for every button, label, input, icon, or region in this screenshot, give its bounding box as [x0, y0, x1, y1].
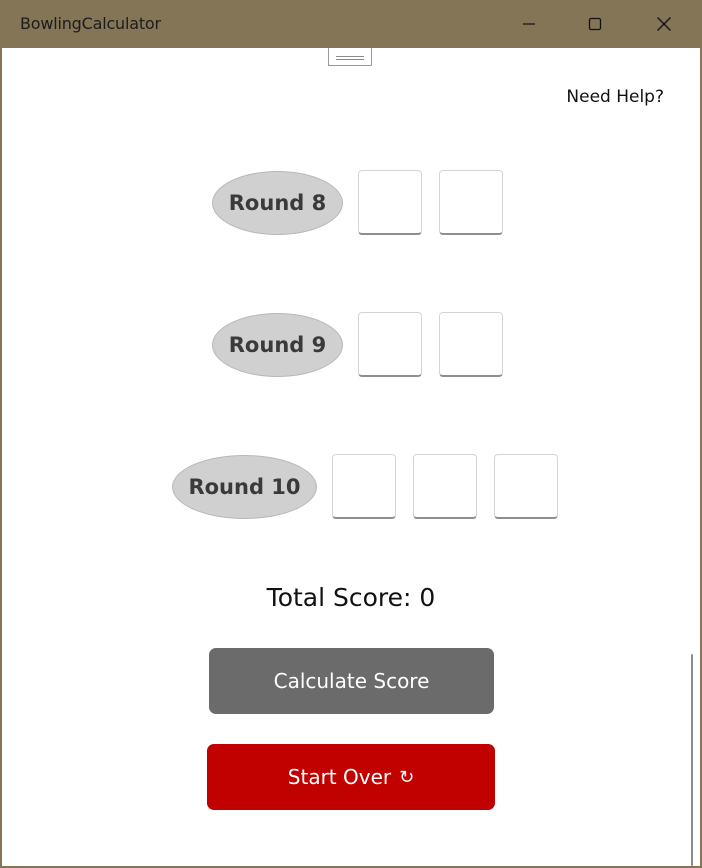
- minimize-button[interactable]: [506, 0, 552, 48]
- refresh-icon: ↻: [399, 766, 415, 788]
- vertical-scrollbar[interactable]: [691, 654, 693, 866]
- round-10-roll-2-input[interactable]: [413, 454, 477, 519]
- round-10-roll-1-input[interactable]: [332, 454, 396, 519]
- round-9-roll-2-input[interactable]: [439, 312, 503, 377]
- drag-handle-icon[interactable]: [328, 48, 372, 66]
- round-8-label: Round 8: [212, 171, 343, 235]
- maximize-icon: [588, 17, 602, 31]
- app-title: BowlingCalculator: [20, 14, 161, 33]
- maximize-button[interactable]: [572, 0, 618, 48]
- round-8-roll-2-input[interactable]: [439, 170, 503, 235]
- round-9-roll-1-input[interactable]: [358, 312, 422, 377]
- start-over-button[interactable]: Start Over ↻: [207, 744, 495, 810]
- round-9-label: Round 9: [212, 313, 343, 377]
- total-score: Total Score: 0: [266, 583, 436, 612]
- calculate-score-button[interactable]: Calculate Score: [209, 648, 494, 714]
- close-button[interactable]: [641, 0, 687, 48]
- main-content: Need Help? Round 8 Round 9 Round 10 Tota…: [2, 48, 700, 866]
- start-over-label: Start Over: [287, 765, 392, 789]
- title-bar: BowlingCalculator: [0, 0, 702, 48]
- round-10-label: Round 10: [172, 455, 317, 519]
- minimize-icon: [523, 23, 535, 25]
- close-icon: [657, 17, 671, 31]
- round-10-roll-3-input[interactable]: [494, 454, 558, 519]
- need-help-link[interactable]: Need Help?: [566, 87, 664, 107]
- round-8-roll-1-input[interactable]: [358, 170, 422, 235]
- calculate-score-label: Calculate Score: [273, 669, 430, 693]
